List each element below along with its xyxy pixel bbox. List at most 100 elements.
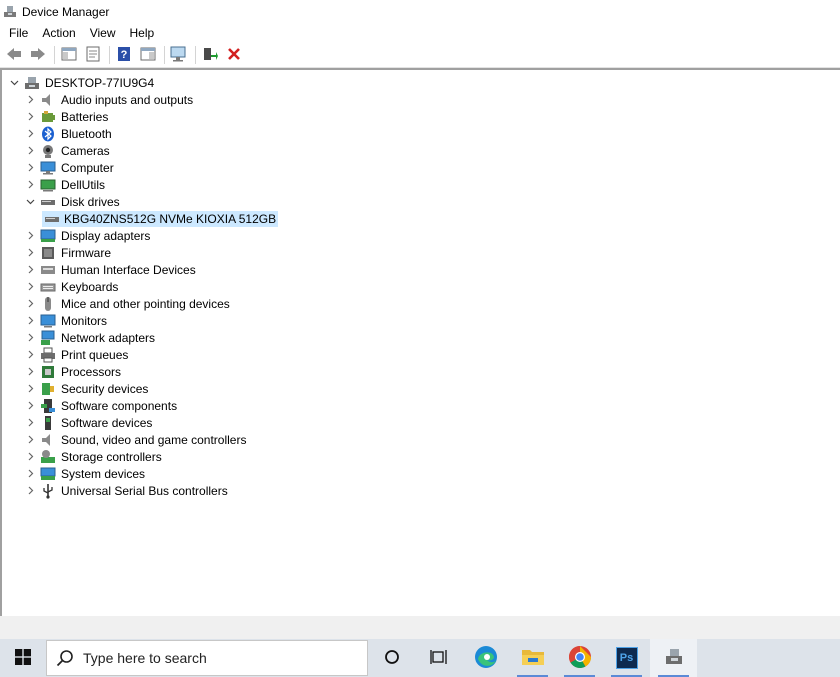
chevron-right-icon[interactable] bbox=[24, 91, 36, 108]
tree-category-mice-and-other-pointing-devices[interactable]: Mice and other pointing devices bbox=[8, 295, 278, 312]
tree-category-human-interface-devices[interactable]: Human Interface Devices bbox=[8, 261, 278, 278]
start-button[interactable] bbox=[0, 639, 46, 677]
scan-hardware-button[interactable] bbox=[168, 44, 190, 66]
chevron-right-icon[interactable] bbox=[24, 329, 36, 346]
chevron-right-icon[interactable] bbox=[24, 465, 36, 482]
tree-category-firmware[interactable]: Firmware bbox=[8, 244, 278, 261]
chevron-right-icon[interactable] bbox=[24, 397, 36, 414]
tree-category-storage-controllers[interactable]: Storage controllers bbox=[8, 448, 278, 465]
printer-icon bbox=[40, 347, 56, 363]
tree-device-item[interactable]: KBG40ZNS512G NVMe KIOXIA 512GB bbox=[8, 210, 279, 227]
tree-category-sound-video-and-game-controllers[interactable]: Sound, video and game controllers bbox=[8, 431, 278, 448]
forward-button[interactable] bbox=[27, 44, 49, 66]
tree-category-label: Audio inputs and outputs bbox=[61, 92, 194, 107]
tree-category-monitors[interactable]: Monitors bbox=[8, 312, 278, 329]
forward-icon bbox=[30, 47, 46, 64]
uninstall-device-button[interactable] bbox=[223, 44, 245, 66]
tree-category-bluetooth[interactable]: Bluetooth bbox=[8, 125, 278, 142]
menu-help[interactable]: Help bbox=[123, 23, 162, 43]
menu-action[interactable]: Action bbox=[35, 23, 82, 43]
tree-category-label: Bluetooth bbox=[61, 126, 112, 141]
tree-category-software-devices[interactable]: Software devices bbox=[8, 414, 278, 431]
chevron-right-icon[interactable] bbox=[24, 312, 36, 329]
tree-category-label: Batteries bbox=[61, 109, 109, 124]
task-view-icon bbox=[429, 649, 448, 668]
chevron-right-icon[interactable] bbox=[24, 142, 36, 159]
device-tree: DESKTOP-77IU9G4 Audio inputs and outputs… bbox=[8, 74, 279, 499]
tree-category-network-adapters[interactable]: Network adapters bbox=[8, 329, 278, 346]
chevron-right-icon[interactable] bbox=[24, 380, 36, 397]
menu-bar: File Action View Help bbox=[0, 23, 840, 43]
chevron-right-icon[interactable] bbox=[24, 227, 36, 244]
tree-category-display-adapters[interactable]: Display adapters bbox=[8, 227, 278, 244]
properties-button[interactable] bbox=[82, 44, 104, 66]
tree-category-disk-drives[interactable]: Disk drives bbox=[8, 193, 278, 210]
tree-category-security-devices[interactable]: Security devices bbox=[8, 380, 278, 397]
tree-category-label: Print queues bbox=[61, 347, 129, 362]
chevron-right-icon[interactable] bbox=[24, 125, 36, 142]
tree-category-label: Software components bbox=[61, 398, 178, 413]
chevron-right-icon[interactable] bbox=[24, 414, 36, 431]
show-hide-console-tree-button[interactable] bbox=[58, 44, 80, 66]
enable-device-button[interactable] bbox=[199, 44, 221, 66]
tree-category-system-devices[interactable]: System devices bbox=[8, 465, 278, 482]
menu-file[interactable]: File bbox=[2, 23, 35, 43]
tree-device-label: KBG40ZNS512G NVMe KIOXIA 512GB bbox=[62, 210, 279, 227]
tree-category-label: Human Interface Devices bbox=[61, 262, 196, 277]
toolbar-separator bbox=[54, 46, 55, 64]
disk-drive-icon bbox=[42, 210, 62, 227]
network-adapter-icon bbox=[40, 330, 56, 346]
tree-category-label: Disk drives bbox=[61, 194, 120, 209]
chevron-right-icon[interactable] bbox=[24, 295, 36, 312]
cortana-button[interactable] bbox=[368, 639, 415, 677]
tree-root-node[interactable]: DESKTOP-77IU9G4 bbox=[8, 74, 278, 91]
tree-category-label: Sound, video and game controllers bbox=[61, 432, 247, 447]
chevron-right-icon[interactable] bbox=[24, 346, 36, 363]
tree-category-batteries[interactable]: Batteries bbox=[8, 108, 278, 125]
tree-category-audio-inputs-and-outputs[interactable]: Audio inputs and outputs bbox=[8, 91, 278, 108]
back-button[interactable] bbox=[3, 44, 25, 66]
task-view-button[interactable] bbox=[415, 639, 462, 677]
chevron-right-icon[interactable] bbox=[24, 431, 36, 448]
chevron-right-icon[interactable] bbox=[24, 448, 36, 465]
tree-category-keyboards[interactable]: Keyboards bbox=[8, 278, 278, 295]
action-pane-button[interactable] bbox=[137, 44, 159, 66]
sound-controller-icon bbox=[40, 432, 56, 448]
chevron-down-icon[interactable] bbox=[8, 74, 20, 91]
tree-category-label: Software devices bbox=[61, 415, 153, 430]
display-adapter-icon bbox=[40, 228, 56, 244]
device-tree-pane[interactable]: DESKTOP-77IU9G4 Audio inputs and outputs… bbox=[0, 68, 840, 616]
file-explorer-button[interactable] bbox=[509, 639, 556, 677]
chevron-right-icon[interactable] bbox=[24, 261, 36, 278]
device-manager-taskbar-button[interactable] bbox=[650, 639, 697, 677]
tree-category-dellutils[interactable]: DellUtils bbox=[8, 176, 278, 193]
window-title: Device Manager bbox=[22, 4, 110, 19]
chevron-right-icon[interactable] bbox=[24, 176, 36, 193]
tree-category-print-queues[interactable]: Print queues bbox=[8, 346, 278, 363]
chevron-right-icon[interactable] bbox=[24, 244, 36, 261]
chevron-right-icon[interactable] bbox=[24, 278, 36, 295]
chrome-button[interactable] bbox=[556, 639, 603, 677]
edge-button[interactable] bbox=[462, 639, 509, 677]
tree-category-processors[interactable]: Processors bbox=[8, 363, 278, 380]
chevron-right-icon[interactable] bbox=[24, 159, 36, 176]
chevron-right-icon[interactable] bbox=[24, 108, 36, 125]
toolbar-separator bbox=[109, 46, 110, 64]
chevron-right-icon[interactable] bbox=[24, 363, 36, 380]
tree-category-computer[interactable]: Computer bbox=[8, 159, 278, 176]
photoshop-icon: Ps bbox=[615, 647, 638, 669]
tree-category-software-components[interactable]: Software components bbox=[8, 397, 278, 414]
menu-view[interactable]: View bbox=[83, 23, 123, 43]
photoshop-button[interactable]: Ps bbox=[603, 639, 650, 677]
svg-text:?: ? bbox=[121, 49, 128, 61]
chevron-right-icon[interactable] bbox=[24, 482, 36, 499]
help-button[interactable]: ? bbox=[113, 44, 135, 66]
monitor-icon bbox=[40, 313, 56, 329]
tree-category-cameras[interactable]: Cameras bbox=[8, 142, 278, 159]
tree-category-label: Keyboards bbox=[61, 279, 119, 294]
search-input[interactable] bbox=[83, 650, 353, 666]
keyboard-icon bbox=[40, 279, 56, 295]
taskbar-search-box[interactable] bbox=[46, 640, 368, 676]
tree-category-universal-serial-bus-controllers[interactable]: Universal Serial Bus controllers bbox=[8, 482, 278, 499]
chevron-down-icon[interactable] bbox=[24, 193, 36, 210]
